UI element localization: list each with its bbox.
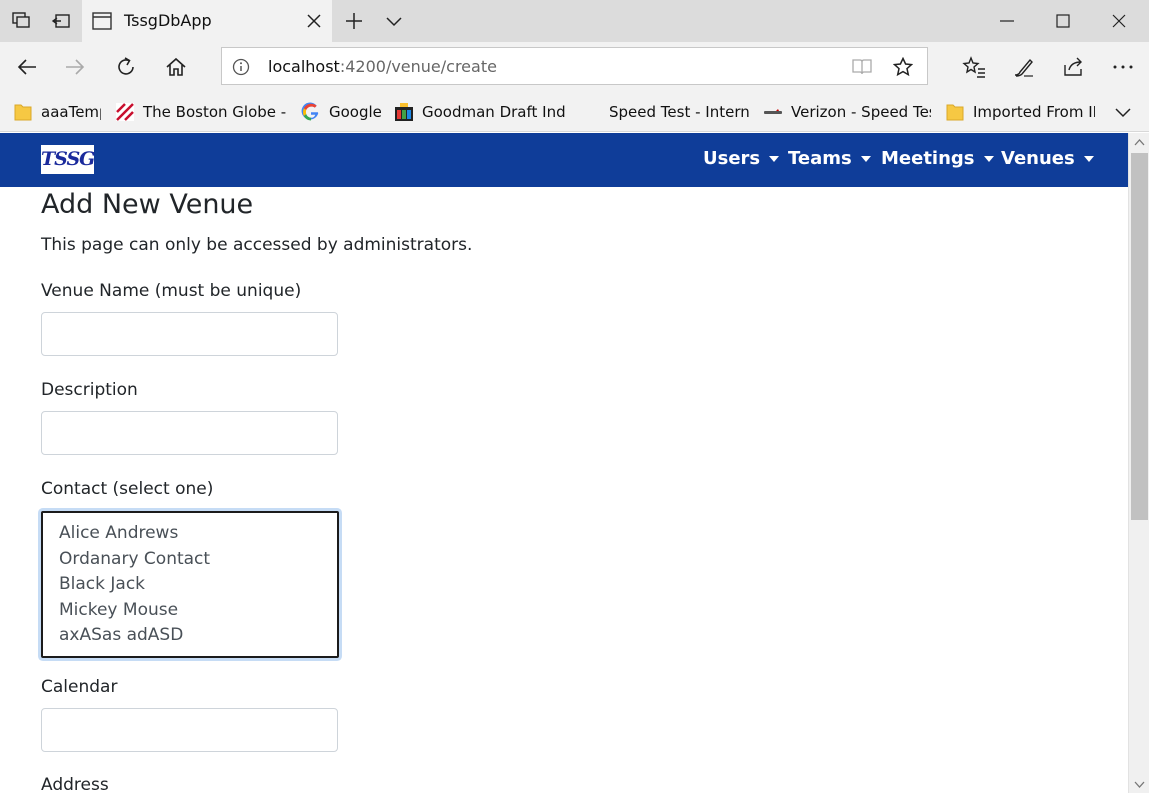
favorite-boston-globe[interactable]: The Boston Globe - 0 (115, 100, 287, 124)
caret-down-icon (860, 156, 871, 162)
favorites-bar: aaaTemp The Boston Globe - 0 Google Good… (0, 92, 1149, 132)
favorite-speed-test[interactable]: Speed Test - Internet (581, 100, 749, 124)
folder-icon (14, 104, 32, 121)
nav-teams-label: Teams (788, 148, 852, 169)
favorite-goodman[interactable]: Goodman Draft Induc (394, 100, 566, 124)
favorite-star-icon[interactable] (893, 57, 913, 77)
caret-down-icon (769, 156, 780, 162)
favorite-imported-from-ie[interactable]: Imported From IE (945, 100, 1095, 124)
calendar-input[interactable] (41, 708, 338, 752)
site-info-icon[interactable] (232, 58, 250, 76)
favorite-label: Goodman Draft Induc (422, 103, 566, 121)
tab-preview-icon[interactable] (51, 11, 71, 31)
favorite-google[interactable]: Google (301, 100, 381, 124)
caret-down-icon (1083, 156, 1094, 162)
boston-globe-icon (116, 103, 134, 121)
description-label: Description (41, 380, 138, 400)
page-viewport: TSSG Users Teams Meetings Venues Add New… (0, 133, 1128, 793)
contact-option[interactable]: Ordanary Contact (43, 547, 337, 573)
contact-option[interactable]: Mickey Mouse (43, 598, 337, 624)
maximize-icon[interactable] (1053, 11, 1073, 31)
nav-meetings-label: Meetings (881, 148, 975, 169)
share-icon[interactable] (1061, 55, 1085, 79)
close-tab-icon[interactable] (304, 11, 324, 31)
favorite-aaatemp[interactable]: aaaTemp (13, 100, 101, 124)
favorite-label: The Boston Globe - 0 (143, 103, 287, 121)
contact-select[interactable]: Alice Andrews Ordanary Contact Black Jac… (41, 511, 339, 658)
contact-option[interactable]: Alice Andrews (43, 521, 337, 547)
app-navbar: TSSG Users Teams Meetings Venues (0, 133, 1128, 187)
url-text: localhost:4200/venue/create (268, 57, 497, 76)
contact-option[interactable]: axASas adASD (43, 623, 337, 649)
favorite-label: Google (329, 103, 381, 121)
address-label: Address (41, 775, 109, 793)
favorite-label: Imported From IE (973, 103, 1095, 121)
venue-name-input[interactable] (41, 312, 338, 356)
venue-name-label: Venue Name (must be unique) (41, 281, 302, 301)
favorite-label: Speed Test - Internet (609, 103, 749, 121)
set-tabs-aside-icon[interactable] (11, 11, 31, 31)
caret-down-icon (983, 156, 994, 162)
favorite-verizon[interactable]: Verizon - Speed Test (763, 100, 931, 124)
goodman-icon (395, 103, 413, 121)
reading-view-icon[interactable] (851, 58, 873, 76)
chevron-down-icon[interactable] (384, 11, 404, 31)
favorite-label: Verizon - Speed Test (791, 103, 931, 121)
google-icon (301, 102, 319, 121)
calendar-label: Calendar (41, 677, 118, 697)
page-title: Add New Venue (41, 189, 254, 220)
nav-users-label: Users (703, 148, 761, 169)
admin-notice: This page can only be accessed by admini… (41, 235, 473, 255)
scrollbar-thumb[interactable] (1131, 153, 1148, 520)
tssg-logo[interactable]: TSSG (41, 145, 95, 174)
page-icon (92, 12, 112, 30)
nav-teams-dropdown[interactable]: Teams (788, 148, 871, 169)
nav-users-dropdown[interactable]: Users (703, 148, 780, 169)
pen-icon[interactable] (1011, 55, 1035, 79)
address-bar: localhost:4200/venue/create (0, 42, 1149, 92)
tab-title: TssgDbApp (124, 11, 212, 30)
new-tab-icon[interactable] (344, 11, 364, 31)
nav-meetings-dropdown[interactable]: Meetings (881, 148, 994, 169)
home-icon[interactable] (164, 55, 188, 79)
more-icon[interactable] (1111, 55, 1135, 79)
contact-option[interactable]: Black Jack (43, 572, 337, 598)
description-input[interactable] (41, 411, 338, 455)
back-icon[interactable] (15, 55, 39, 79)
nav-venues-dropdown[interactable]: Venues (1001, 148, 1094, 169)
page-scrollbar[interactable] (1128, 133, 1149, 793)
chevron-down-icon[interactable] (1113, 102, 1133, 122)
refresh-icon[interactable] (114, 55, 138, 79)
url-field[interactable]: localhost:4200/venue/create (221, 47, 928, 85)
active-tab[interactable]: TssgDbApp (82, 0, 332, 42)
favorites-hub-icon[interactable] (962, 55, 986, 79)
scroll-up-icon[interactable] (1134, 138, 1145, 146)
favorite-label: aaaTemp (41, 103, 101, 121)
blank-icon (581, 102, 601, 122)
verizon-icon (764, 109, 782, 114)
folder-icon (946, 104, 964, 121)
tab-bar: TssgDbApp (0, 0, 1149, 42)
scroll-down-icon[interactable] (1134, 781, 1145, 789)
forward-icon[interactable] (63, 55, 87, 79)
minimize-icon[interactable] (997, 11, 1017, 31)
nav-venues-label: Venues (1001, 148, 1075, 169)
close-window-icon[interactable] (1109, 11, 1129, 31)
contact-label: Contact (select one) (41, 479, 214, 499)
